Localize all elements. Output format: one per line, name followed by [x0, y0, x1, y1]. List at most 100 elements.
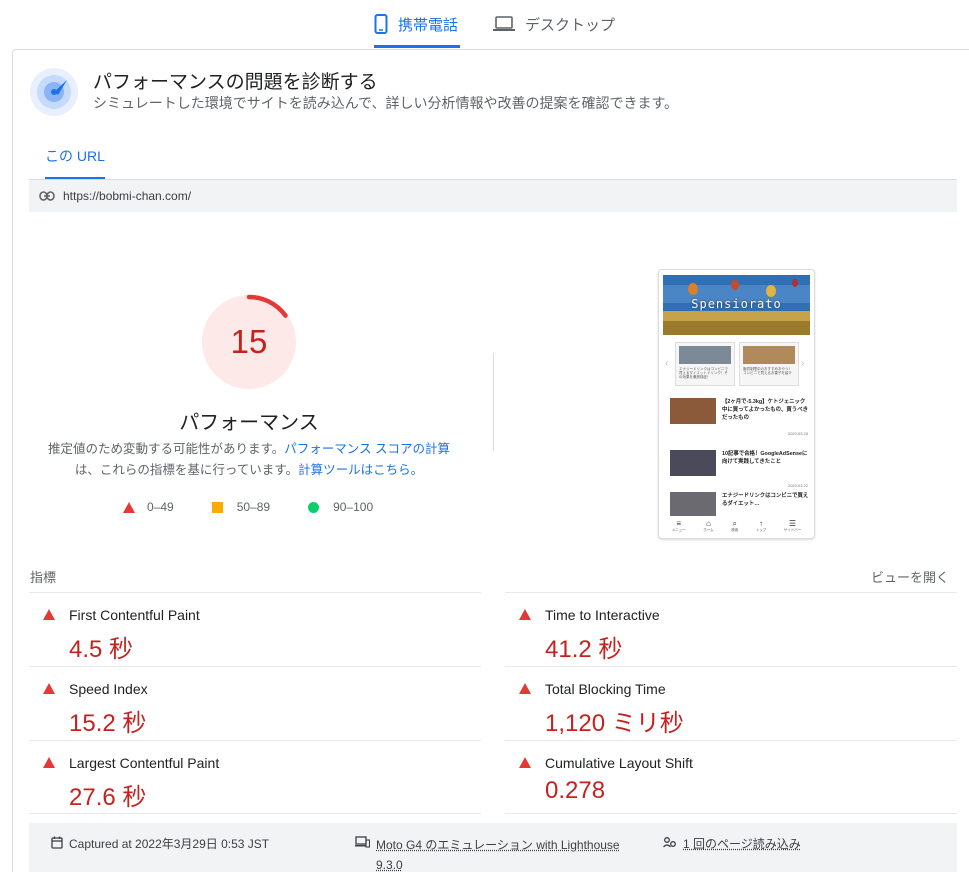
nav-menu: ≡ メニュー: [672, 519, 686, 533]
emulated-device[interactable]: Moto G4 のエミュレーション with Lighthouse 9.3.0: [355, 835, 620, 872]
tab-desktop[interactable]: デスクトップ: [493, 0, 615, 48]
nav-top: ↑ トップ: [756, 519, 767, 533]
metric-cls: Cumulative Layout Shift 0.278: [505, 740, 957, 814]
circle-icon: [308, 501, 320, 513]
nav-home: ⌂ ホーム: [703, 519, 713, 533]
page-loads-text: 1 回のページ読み込み: [683, 837, 801, 851]
nav-sidebar-label: サイドバー: [783, 528, 802, 532]
tab-mobile[interactable]: 携帯電話: [374, 0, 460, 48]
article-1-title: 【2ヶ月で-5.3kg】ケトジェニック中に買ってよかったもの、買うべきだったもの: [722, 399, 808, 421]
home-icon: ⌂: [706, 519, 711, 528]
fail-triangle-icon: [519, 757, 531, 768]
legend-average: 50–89: [211, 500, 271, 514]
score-legend: 0–49 50–89 90–100: [123, 500, 411, 514]
vertical-divider: [493, 353, 494, 451]
article-2-date: 2022.03.22: [787, 483, 808, 488]
gauge-icon: [29, 67, 79, 117]
emulated-device-text: Moto G4 のエミュレーション with Lighthouse 9.3.0: [376, 835, 620, 872]
note-text-2: は、これらの指標を基に行っています。: [74, 463, 299, 477]
fail-triangle-icon: [519, 609, 531, 620]
nav-top-label: トップ: [755, 528, 767, 532]
link-icon: [39, 191, 55, 201]
metric-name: Speed Index: [69, 681, 148, 697]
nav-search: ⌕ 検索: [731, 519, 738, 533]
metric-name: Cumulative Layout Shift: [545, 755, 693, 771]
slide-2-text: 脂質制限中のおすすめおやつ！コンビニで買えるお菓子を紹介: [743, 367, 792, 375]
calculator-link[interactable]: 計算ツールはこちら。: [298, 463, 423, 477]
page-screenshot[interactable]: Spensiorato ‹ › エナジードリンクはコンビニで買えるダイエットドリ…: [658, 269, 815, 539]
screenshot-bottom-nav: ≡ メニュー ⌂ ホーム ⌕ 検索 ↑ トップ ☰ サイドバー: [663, 516, 810, 536]
search-icon: ⌕: [732, 519, 737, 528]
metric-fcp: First Contentful Paint 4.5 秒: [29, 592, 481, 666]
legend-average-label: 50–89: [236, 500, 271, 514]
fail-triangle-icon: [43, 609, 55, 620]
chevron-left-icon: ‹: [665, 358, 669, 369]
performance-note: 推定値のため変動する可能性があります。パフォーマンス スコアの計算 は、これらの…: [43, 439, 455, 481]
metric-name: Largest Contentful Paint: [69, 755, 220, 771]
arrow-up-icon: ↑: [758, 519, 763, 528]
metric-value: 0.278: [545, 777, 606, 804]
performance-label: パフォーマンス: [179, 412, 319, 434]
diagnose-card: パフォーマンスの問題を診断する シミュレートした環境でサイトを読み込んで、詳しい…: [12, 49, 969, 872]
triangle-icon: [123, 501, 135, 513]
metric-tti: Time to Interactive 41.2 秒: [505, 592, 957, 666]
article-2-title: 10記事で合格！GoogleAdSenseに向けて実践してきたこと: [722, 451, 808, 465]
device-tabs: 携帯電話 デスクトップ: [0, 0, 969, 48]
fail-triangle-icon: [43, 683, 55, 694]
device-line-1: Moto G4 のエミュレーション with Lighthouse: [376, 838, 620, 852]
metric-tbt: Total Blocking Time 1,120 ミリ秒: [505, 666, 957, 740]
open-view-toggle[interactable]: ビューを開く: [871, 567, 949, 586]
screenshot-slider: エナジードリンクはコンビニで買えるダイエットドリンク！その効果を徹底検証！ 脂質…: [675, 342, 799, 386]
legend-poor-label: 0–49: [147, 500, 174, 514]
tab-this-url-label: この URL: [45, 148, 105, 164]
phone-icon: [374, 14, 388, 34]
screenshot-site-title: Spensiorato: [691, 297, 782, 311]
laptop-icon: [493, 16, 515, 32]
metric-name: Time to Interactive: [545, 607, 660, 623]
metric-value: 41.2 秒: [545, 636, 623, 663]
legend-poor: 0–49: [123, 500, 174, 514]
metric-value: 27.6 秒: [69, 784, 147, 811]
slide-1-text: エナジードリンクはコンビニで買えるダイエットドリンク！その効果を徹底検証！: [679, 367, 728, 379]
card-subtitle: シミュレートした環境でサイトを読み込んで、詳しい分析情報や改善の提案を確認できま…: [93, 95, 679, 111]
score-calc-link[interactable]: パフォーマンス スコアの計算: [284, 442, 450, 456]
page-loads[interactable]: 1 回のページ読み込み: [663, 835, 801, 852]
performance-score-gauge: 15: [199, 292, 299, 392]
tab-desktop-label: デスクトップ: [525, 16, 616, 34]
menu-icon: ≡: [676, 519, 682, 528]
nav-menu-label: メニュー: [671, 528, 686, 532]
tab-this-url[interactable]: この URL: [33, 144, 117, 179]
metrics-title: 指標: [30, 570, 57, 585]
legend-good-label: 90–100: [333, 500, 374, 514]
nav-sidebar: ☰ サイドバー: [784, 519, 802, 533]
article-1-date: 2022.03.28: [787, 431, 808, 436]
card-title: パフォーマンスの問題を診断する: [93, 72, 378, 93]
metric-si: Speed Index 15.2 秒: [29, 666, 481, 740]
metric-lcp: Largest Contentful Paint 27.6 秒: [29, 740, 481, 814]
sidebar-icon: ☰: [788, 519, 797, 528]
people-icon: [663, 836, 677, 849]
metric-value: 1,120 ミリ秒: [545, 710, 684, 737]
calendar-icon: [51, 836, 63, 849]
devices-icon: [355, 836, 370, 848]
legend-good: 90–100: [308, 500, 373, 514]
tab-mobile-label: 携帯電話: [398, 16, 459, 34]
article-1: 【2ヶ月で-5.3kg】ケトジェニック中に買ってよかったもの、買うべきだったもの…: [670, 398, 810, 436]
url-text: https://bobmi-chan.com/: [63, 189, 192, 203]
article-3-title: エナジードリンクはコンビニで買えるダイエット…: [722, 493, 809, 507]
metric-name: First Contentful Paint: [69, 607, 200, 623]
slide-1: エナジードリンクはコンビニで買えるダイエットドリンク！その効果を徹底検証！: [675, 342, 735, 386]
square-icon: [211, 501, 223, 513]
url-bar: https://bobmi-chan.com/: [29, 180, 957, 212]
slide-2: 脂質制限中のおすすめおやつ！コンビニで買えるお菓子を紹介: [739, 342, 799, 386]
metric-value: 4.5 秒: [69, 636, 134, 663]
metric-value: 15.2 秒: [69, 710, 147, 737]
performance-score: 15: [230, 323, 268, 360]
fail-triangle-icon: [519, 683, 531, 694]
screenshot-hero: Spensiorato: [663, 275, 810, 335]
captured-at: Captured at 2022年3月29日 0:53 JST: [51, 835, 269, 852]
note-text-1: 推定値のため変動する可能性があります。: [48, 442, 285, 456]
chevron-right-icon: ›: [801, 358, 805, 369]
device-line-2: 9.3.0: [376, 858, 403, 872]
captured-at-text: Captured at 2022年3月29日 0:53 JST: [69, 837, 270, 851]
